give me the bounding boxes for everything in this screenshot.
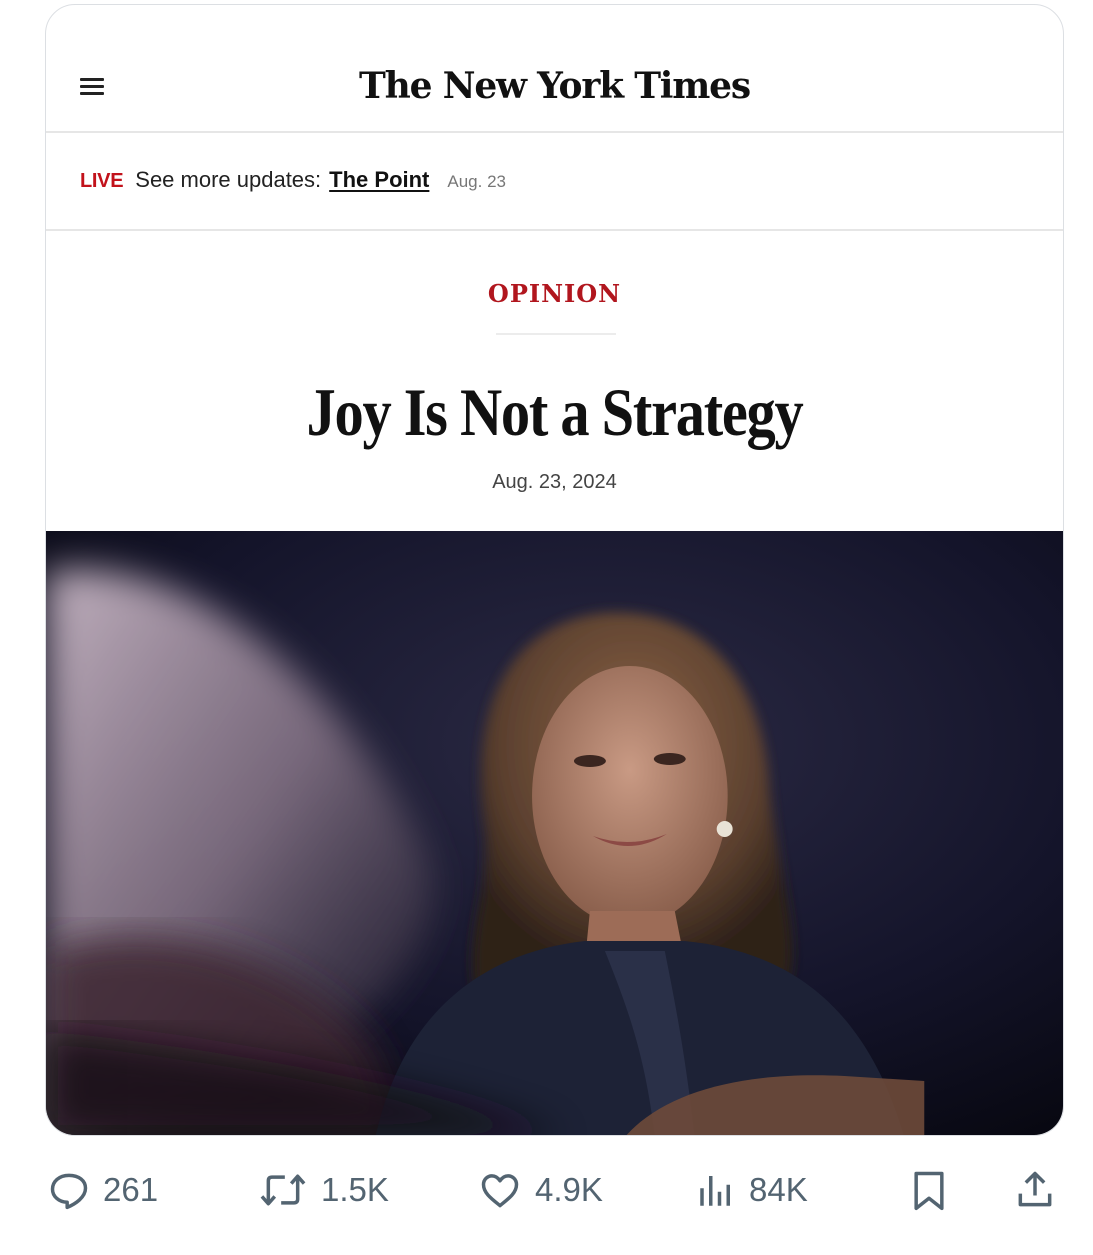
like-button[interactable]: 4.9K bbox=[477, 1160, 603, 1220]
article-headline[interactable]: Joy Is Not a Strategy bbox=[117, 373, 992, 452]
article-photo[interactable] bbox=[46, 531, 1063, 1136]
bookmark-button[interactable] bbox=[907, 1160, 951, 1220]
share-icon bbox=[1018, 1171, 1052, 1207]
views-icon bbox=[700, 1176, 730, 1206]
section-divider bbox=[496, 333, 616, 335]
bookmark-icon bbox=[914, 1171, 944, 1211]
the-point-link[interactable]: The Point bbox=[329, 167, 429, 193]
views-button[interactable]: 84K bbox=[695, 1160, 808, 1220]
masthead: The New York Times bbox=[46, 5, 1063, 133]
live-updates-bar: LIVE See more updates: The Point Aug. 23 bbox=[46, 133, 1063, 231]
tweet-action-bar: 261 1.5K 4.9K 84K bbox=[45, 1160, 1065, 1220]
like-icon bbox=[481, 1174, 519, 1208]
repost-button[interactable]: 1.5K bbox=[257, 1160, 389, 1220]
share-button[interactable] bbox=[1013, 1160, 1057, 1220]
reply-icon bbox=[50, 1173, 88, 1210]
repost-icon bbox=[260, 1174, 306, 1206]
nyt-logo[interactable]: The New York Times bbox=[46, 65, 1063, 107]
reply-button[interactable]: 261 bbox=[47, 1160, 158, 1220]
article-date: Aug. 23, 2024 bbox=[492, 471, 617, 493]
live-tag: LIVE bbox=[80, 170, 124, 192]
repost-count: 1.5K bbox=[321, 1171, 389, 1208]
like-count: 4.9K bbox=[535, 1171, 603, 1208]
live-updates-date: Aug. 23 bbox=[447, 172, 506, 191]
reply-count: 261 bbox=[103, 1171, 159, 1208]
live-updates-text: See more updates: bbox=[135, 167, 322, 192]
embedded-article-card[interactable]: The New York Times LIVE See more updates… bbox=[45, 4, 1064, 1136]
section-label-opinion[interactable]: OPINION bbox=[46, 279, 1063, 308]
views-count: 84K bbox=[749, 1171, 808, 1208]
